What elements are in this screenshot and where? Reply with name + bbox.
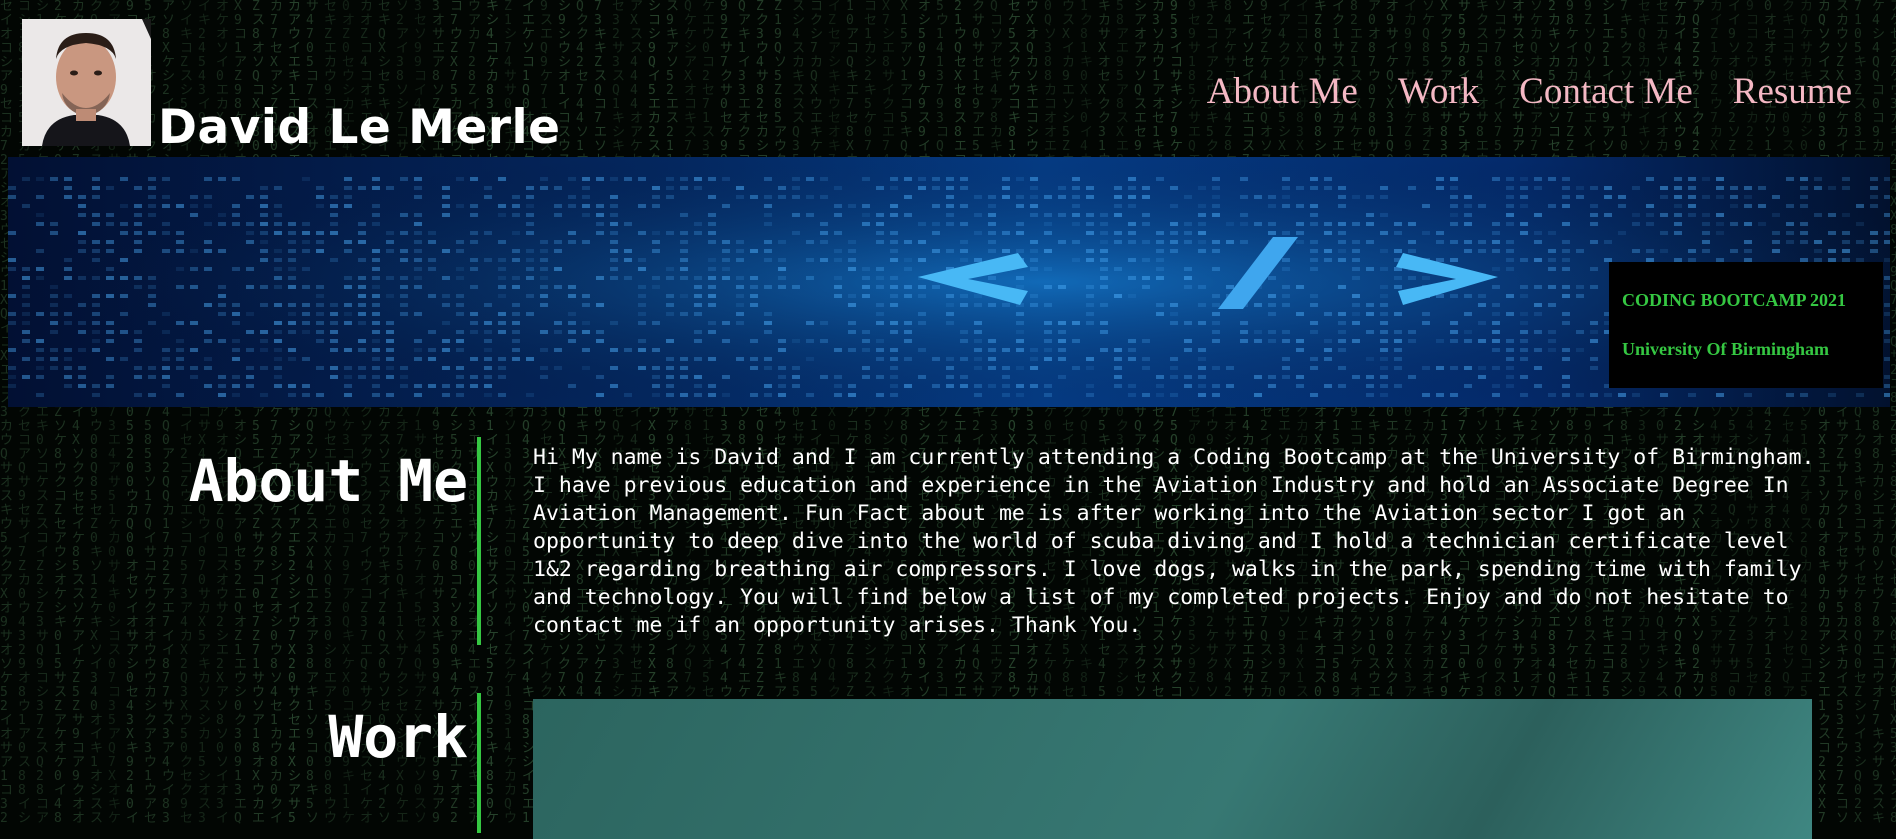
about-title: About Me bbox=[188, 447, 468, 515]
matrix-column: スカウソZXクケケカイX5セXウイZQエウソオエサソケX5イサアZサ1アク1アセ… bbox=[1836, 0, 1850, 825]
matrix-column: 7105キ3Zス83エ9サ3エ3ケオ77コウカウエオ9クイQ1ク93キ03コ5サ… bbox=[1854, 0, 1868, 825]
profile-photo bbox=[22, 19, 151, 146]
work-divider bbox=[477, 693, 481, 833]
about-text: Hi My name is David and I am currently a… bbox=[533, 445, 1815, 638]
nav-about-me-link[interactable]: About Me bbox=[1207, 70, 1358, 114]
about-divider bbox=[477, 437, 481, 645]
nav-resume-link[interactable]: Resume bbox=[1733, 70, 1852, 114]
matrix-column: カQソクイスク3030コ5セエQ7471サソ589ケエZキ0オX3エ3ソカ0オ8… bbox=[1818, 0, 1832, 825]
bootcamp-badge: CODING BOOTCAMP 2021 University Of Birmi… bbox=[1609, 262, 1883, 388]
nav-contact-me-link[interactable]: Contact Me bbox=[1519, 70, 1693, 114]
matrix-column: ケ4シ4QQコ0コ9カエサウ72イス8スZコ8キ8サウシ798オ8カカシエオカ0… bbox=[1872, 0, 1886, 825]
profile-photo-image bbox=[22, 19, 151, 146]
work-title: Work bbox=[328, 703, 468, 771]
code-tag-illustration bbox=[8, 157, 1890, 407]
matrix-column: アケセスZケウ3カキウ2コ4XX8ソカ9Q7カスQサ2エ85Z8キシ83ケカカQ… bbox=[1890, 0, 1896, 825]
nav-work-link[interactable]: Work bbox=[1398, 70, 1479, 114]
main-nav: About Me Work Contact Me Resume bbox=[1207, 70, 1852, 114]
matrix-column: セイオコシア9セコカ72アシオ3ウセシウ1XQイコXエコス3カウQサオスキウ5ク… bbox=[0, 0, 14, 825]
badge-line-course: CODING BOOTCAMP 2021 bbox=[1622, 290, 1847, 310]
hero-banner bbox=[8, 157, 1890, 407]
work-project-card[interactable] bbox=[533, 699, 1812, 839]
badge-line-university: University Of Birmingham bbox=[1622, 339, 1829, 359]
site-name: David Le Merle bbox=[158, 100, 561, 155]
